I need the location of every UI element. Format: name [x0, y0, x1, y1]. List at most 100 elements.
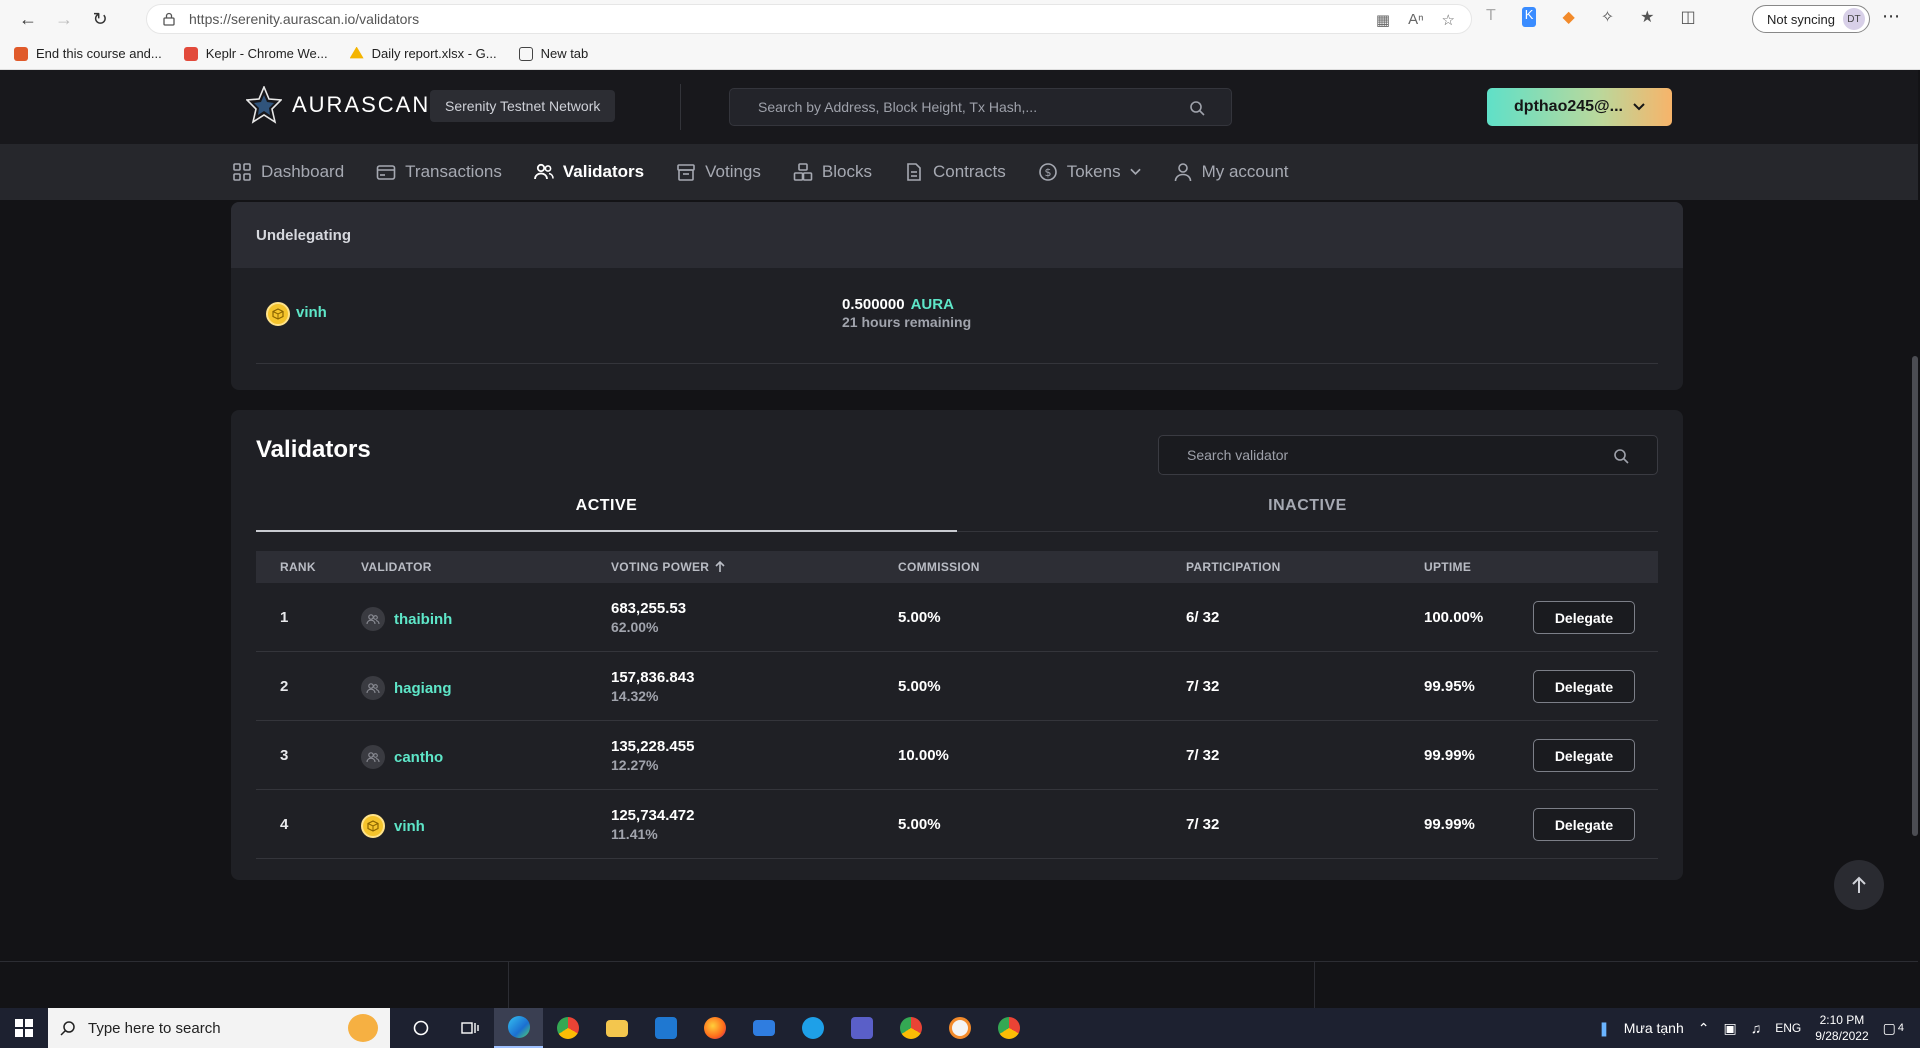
chrome-profile-icon[interactable]: [984, 1008, 1033, 1048]
col-voting-power[interactable]: VOTING POWER: [611, 560, 725, 574]
task-view-icon[interactable]: [445, 1008, 494, 1048]
nav-votings[interactable]: Votings: [676, 162, 761, 182]
uptime-cell: 99.95%: [1424, 678, 1475, 695]
nav-tokens[interactable]: $ Tokens: [1038, 162, 1141, 182]
voting-power-percent: 11.41%: [611, 826, 658, 842]
voting-power-percent: 14.32%: [611, 688, 659, 704]
col-rank[interactable]: RANK: [280, 560, 316, 574]
mail-icon[interactable]: [739, 1008, 788, 1048]
sync-button[interactable]: Not syncing DT: [1752, 5, 1870, 33]
col-participation[interactable]: PARTICIPATION: [1186, 560, 1281, 574]
validator-name-link[interactable]: hagiang: [394, 680, 452, 697]
group-icon: [366, 752, 380, 763]
clock[interactable]: 2:10 PM 9/28/2022: [1815, 1012, 1868, 1044]
cortana-icon[interactable]: [396, 1008, 445, 1048]
nav-contracts[interactable]: Contracts: [904, 162, 1006, 182]
col-uptime[interactable]: UPTIME: [1424, 560, 1471, 574]
logo[interactable]: AURASCAN: [246, 86, 430, 124]
nav-my-account[interactable]: My account: [1173, 162, 1289, 182]
nav-label: Blocks: [821, 162, 872, 181]
app-circle-icon[interactable]: [935, 1008, 984, 1048]
nav-validators[interactable]: Validators: [533, 162, 644, 182]
chrome-profile-icon[interactable]: [886, 1008, 935, 1048]
col-voting-power-label: VOTING POWER: [611, 560, 710, 574]
table-row: 3 cantho 135,228.455 12.27% 10.00% 7/ 32…: [256, 721, 1658, 790]
weather-icon[interactable]: ❚: [1598, 1020, 1610, 1037]
edge-browser-icon[interactable]: [494, 1008, 543, 1048]
validator-cell[interactable]: vinh: [361, 814, 425, 838]
delegate-button[interactable]: Delegate: [1533, 601, 1635, 634]
chrome-icon[interactable]: [543, 1008, 592, 1048]
participation-cell: 7/ 32: [1186, 816, 1220, 833]
sync-label: Not syncing: [1767, 11, 1835, 27]
notification-count: 4: [1897, 1022, 1904, 1034]
extension-t-icon[interactable]: T: [1486, 7, 1496, 27]
table-row: 4 vinh 125,734.472 11.41% 5.00% 7/ 32 99…: [256, 790, 1658, 859]
extensions-puzzle-icon[interactable]: ✧: [1601, 7, 1614, 27]
extension-metamask-icon[interactable]: ◆: [1562, 7, 1574, 27]
delegate-button[interactable]: Delegate: [1533, 739, 1635, 772]
bookmark-item[interactable]: New tab: [518, 46, 588, 61]
bookmark-item[interactable]: Daily report.xlsx - G...: [349, 46, 497, 61]
skype-icon[interactable]: [788, 1008, 837, 1048]
read-aloud-icon[interactable]: Aⁿ: [1408, 11, 1423, 29]
search-icon[interactable]: [1189, 100, 1205, 116]
favorites-icon[interactable]: ★: [1640, 7, 1654, 27]
search-icon[interactable]: [1613, 448, 1629, 464]
validator-search-input[interactable]: Search validator: [1158, 435, 1658, 475]
forward-icon[interactable]: →: [46, 4, 82, 34]
col-commission[interactable]: COMMISSION: [898, 560, 980, 574]
page-scrollbar[interactable]: [1912, 356, 1918, 836]
col-validator[interactable]: VALIDATOR: [361, 560, 432, 574]
validator-name-link[interactable]: thaibinh: [394, 611, 452, 628]
nav-dashboard[interactable]: Dashboard: [232, 162, 344, 182]
table-row: 1 thaibinh 683,255.53 62.00% 5.00% 6/ 32…: [256, 583, 1658, 652]
taskbar-search-input[interactable]: Type here to search: [48, 1008, 390, 1048]
chevron-down-icon: [1633, 103, 1645, 111]
chevron-up-icon[interactable]: ⌃: [1698, 1020, 1710, 1037]
collections-icon[interactable]: ◫: [1681, 7, 1696, 27]
uptime-cell: 99.99%: [1424, 816, 1475, 833]
system-tray: ❚ Mưa tạnh ⌃ ▣ ♫ ENG 2:10 PM 9/28/2022 ▢…: [1598, 1008, 1920, 1048]
start-button[interactable]: [0, 1008, 48, 1048]
file-explorer-icon[interactable]: [592, 1008, 641, 1048]
validator-cell[interactable]: hagiang: [361, 676, 452, 700]
notification-icon[interactable]: ▢ 4: [1883, 1020, 1904, 1037]
bookmarks-bar: End this course and... Keplr - Chrome We…: [0, 38, 1920, 70]
language-indicator[interactable]: ENG: [1775, 1021, 1801, 1035]
validators-icon: [533, 163, 554, 180]
tab-active[interactable]: ACTIVE: [256, 480, 957, 532]
extension-keplr-icon[interactable]: K: [1521, 7, 1537, 27]
wallet-button[interactable]: dpthao245@...: [1487, 88, 1672, 126]
firefox-icon[interactable]: [690, 1008, 739, 1048]
app-available-icon[interactable]: ▦: [1376, 11, 1390, 29]
favorite-star-icon[interactable]: ☆: [1442, 11, 1455, 29]
back-icon[interactable]: ←: [10, 4, 46, 34]
bookmark-item[interactable]: Keplr - Chrome We...: [183, 46, 328, 61]
validator-name-link[interactable]: cantho: [394, 749, 443, 766]
tab-inactive[interactable]: INACTIVE: [957, 480, 1658, 531]
browser-menu-icon[interactable]: ⋯: [1882, 6, 1900, 27]
tokens-icon: $: [1038, 163, 1057, 181]
validator-name-link[interactable]: vinh: [394, 818, 425, 835]
address-bar[interactable]: https://serenity.aurascan.io/validators …: [146, 4, 1472, 34]
weather-label[interactable]: Mưa tạnh: [1624, 1020, 1684, 1036]
network-icon[interactable]: ▣: [1724, 1020, 1737, 1037]
undelegating-row: vinh 0.500000 AURA 21 hours remaining: [256, 268, 1658, 364]
delegate-button[interactable]: Delegate: [1533, 808, 1635, 841]
bookmark-item[interactable]: End this course and...: [14, 46, 162, 61]
store-icon[interactable]: [641, 1008, 690, 1048]
dashboard-icon: [233, 163, 251, 181]
nav-transactions[interactable]: Transactions: [376, 162, 502, 182]
volume-icon[interactable]: ♫: [1751, 1020, 1762, 1036]
bookmark-label: Daily report.xlsx - G...: [371, 46, 497, 61]
validator-cell[interactable]: cantho: [361, 745, 443, 769]
refresh-icon[interactable]: ↻: [82, 4, 118, 34]
undelegating-validator-link[interactable]: vinh: [296, 304, 327, 321]
global-search-input[interactable]: Search by Address, Block Height, Tx Hash…: [729, 88, 1232, 126]
validator-cell[interactable]: thaibinh: [361, 607, 452, 631]
teams-icon[interactable]: [837, 1008, 886, 1048]
nav-blocks[interactable]: Blocks: [793, 162, 872, 182]
delegate-button[interactable]: Delegate: [1533, 670, 1635, 703]
scroll-to-top-button[interactable]: [1834, 860, 1884, 910]
